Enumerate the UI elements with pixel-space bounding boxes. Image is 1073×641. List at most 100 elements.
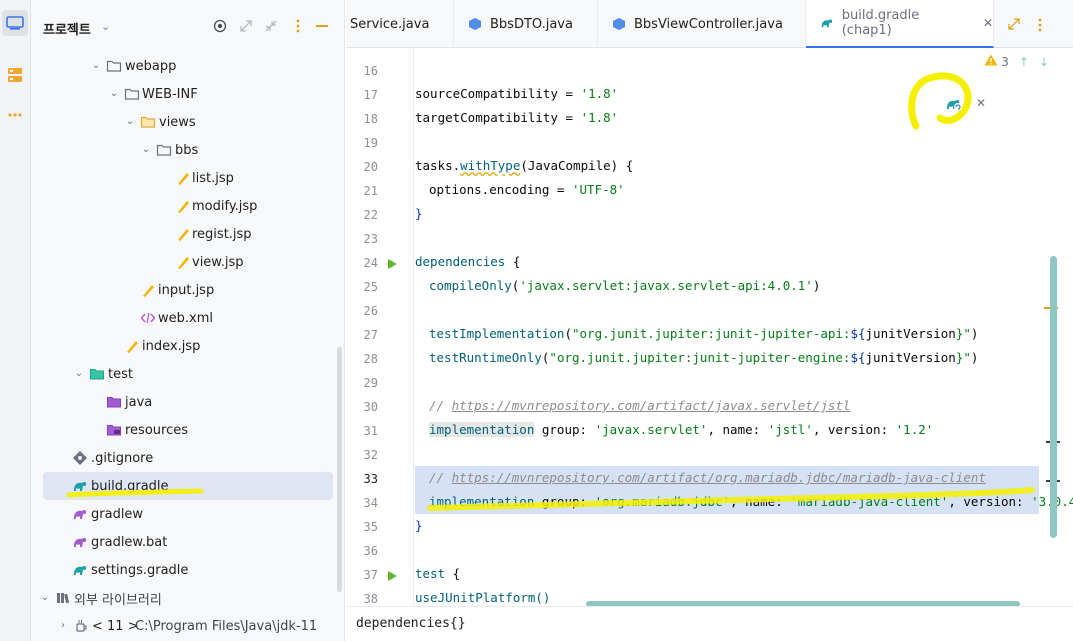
tree-item-webapp[interactable]: ⌄ webapp xyxy=(31,52,345,80)
tree-item-external-libraries[interactable]: ⌄ 외부 라이브러리 xyxy=(31,584,345,612)
more-tools-icon[interactable] xyxy=(2,102,28,128)
code-line: tasks.withType(JavaCompile) { xyxy=(415,158,634,173)
jdk-icon xyxy=(76,620,87,632)
tree-item-gradlew[interactable]: gradlew xyxy=(31,500,345,528)
jsp-icon xyxy=(178,173,189,185)
tree-item-input-jsp[interactable]: input.jsp xyxy=(31,276,345,304)
gradle-reload-icon[interactable] xyxy=(945,96,963,116)
chevron-down-icon[interactable]: ⌄ xyxy=(40,593,50,603)
line-number-gutter: 16 17 18 19 20 21 22 23 24 25 26 27 28 2… xyxy=(346,48,414,606)
arrow-up-icon[interactable]: ↑ xyxy=(1019,55,1029,69)
chevron-down-icon[interactable]: ⌄ xyxy=(91,61,101,71)
folder-icon xyxy=(156,144,172,156)
gradle-icon xyxy=(821,19,833,28)
comment-link[interactable]: https://mvnrepository.com/artifact/javax… xyxy=(452,398,851,413)
chevron-down-icon[interactable]: ⌄ xyxy=(74,369,84,379)
options-menu-icon[interactable] xyxy=(290,18,306,34)
tree-item-web-inf[interactable]: ⌄ WEB-INF xyxy=(31,80,345,108)
tree-item-list-jsp[interactable]: list.jsp xyxy=(31,164,345,192)
chevron-down-icon[interactable]: ⌄ xyxy=(125,117,135,127)
breadcrumb[interactable]: dependencies{} xyxy=(356,616,466,631)
chevron-down-icon[interactable]: ⌄ xyxy=(101,20,110,33)
split-editor-icon[interactable] xyxy=(1008,18,1020,34)
line-number: 24 xyxy=(363,256,378,270)
resources-folder-icon xyxy=(107,425,121,436)
run-icon[interactable] xyxy=(386,258,398,270)
line-number: 25 xyxy=(363,280,378,294)
project-tool-icon[interactable] xyxy=(2,10,28,36)
chevron-right-icon[interactable]: › xyxy=(58,621,68,631)
arrow-down-icon[interactable]: ↓ xyxy=(1039,55,1049,69)
tree-label: settings.gradle xyxy=(91,562,189,578)
tab-label: BbsViewController.java xyxy=(634,16,783,32)
tab-bbsviewcontroller-java[interactable]: BbsViewController.java xyxy=(598,0,806,48)
tree-item-build-gradle[interactable]: build.gradle xyxy=(43,472,333,500)
code-line: compileOnly('javax.servlet:javax.servlet… xyxy=(429,278,821,293)
tree-label: WEB-INF xyxy=(142,86,198,102)
tab-service-java[interactable]: Service.java xyxy=(346,0,454,48)
code-line: } xyxy=(415,518,423,533)
test-folder-icon xyxy=(90,369,104,380)
tree-item-index-jsp[interactable]: index.jsp xyxy=(31,332,345,360)
tree-item-gitignore[interactable]: .gitignore xyxy=(31,444,345,472)
editor-vertical-scrollbar[interactable] xyxy=(1050,256,1057,538)
hide-panel-icon[interactable] xyxy=(314,18,330,34)
tree-item-java[interactable]: java xyxy=(31,388,345,416)
tree-item-bbs[interactable]: ⌄ bbs xyxy=(31,136,345,164)
gradle-icon xyxy=(74,565,87,575)
tree-item-settings-gradle[interactable]: settings.gradle xyxy=(31,556,345,584)
close-icon[interactable]: ✕ xyxy=(976,96,986,110)
line-number: 16 xyxy=(363,64,378,78)
code-line: dependencies { xyxy=(415,254,521,269)
inspection-widget[interactable]: 3 ↑ ↓ xyxy=(984,54,1049,69)
tab-label: build.gradle (chap1) xyxy=(841,8,920,38)
tree-label: bbs xyxy=(175,142,199,158)
tree-item-modify-jsp[interactable]: modify.jsp xyxy=(31,192,345,220)
run-icon[interactable] xyxy=(386,570,398,582)
code-line: } xyxy=(415,206,423,221)
line-number: 29 xyxy=(363,376,378,390)
tree-label: view.jsp xyxy=(192,254,244,270)
collapse-all-icon[interactable] xyxy=(263,18,279,34)
chevron-down-icon[interactable]: ⌄ xyxy=(109,89,119,99)
tree-label: gradlew.bat xyxy=(91,534,168,550)
chevron-down-icon[interactable]: ⌄ xyxy=(141,145,151,155)
line-number: 30 xyxy=(363,400,378,414)
jsp-icon xyxy=(178,257,189,269)
warning-count: 3 xyxy=(1001,54,1009,69)
comment-link[interactable]: https://mvnrepository.com/artifact/org.m… xyxy=(452,470,986,485)
tree-item-test[interactable]: ⌄ test xyxy=(31,360,345,388)
project-scrollbar[interactable] xyxy=(337,347,342,592)
tree-label: index.jsp xyxy=(142,338,201,354)
line-number: 26 xyxy=(363,304,378,318)
tree-label: gradlew xyxy=(91,506,144,522)
tab-options-icon[interactable] xyxy=(1038,18,1042,36)
locate-file-icon[interactable] xyxy=(212,18,228,34)
tree-item-regist-jsp[interactable]: regist.jsp xyxy=(31,220,345,248)
folder-icon xyxy=(106,60,122,72)
tree-label: build.gradle xyxy=(91,478,169,494)
line-number: 21 xyxy=(363,184,378,198)
close-icon[interactable]: ✕ xyxy=(983,16,993,30)
tree-item-resources[interactable]: resources xyxy=(31,416,345,444)
structure-tool-icon[interactable] xyxy=(2,62,28,88)
tree-label: regist.jsp xyxy=(192,226,252,242)
tree-item-web-xml[interactable]: web.xml xyxy=(31,304,345,332)
code-line: testImplementation("org.junit.jupiter:ju… xyxy=(429,326,979,341)
tree-label: resources xyxy=(125,422,189,438)
jsp-icon xyxy=(127,341,138,353)
tree-item-views[interactable]: ⌄ views xyxy=(31,108,345,136)
tree-label: web.xml xyxy=(158,310,213,326)
tree-label: webapp xyxy=(125,58,177,74)
line-number: 37 xyxy=(363,568,378,582)
expand-all-icon[interactable] xyxy=(238,18,254,34)
line-number: 34 xyxy=(363,496,378,510)
tree-item-jdk[interactable]: › < 11 > C:\Program Files\Java\jdk-11 xyxy=(31,612,345,640)
tree-label: < 11 > xyxy=(92,618,139,634)
line-number: 33 xyxy=(363,472,378,486)
project-panel-title[interactable]: 프로젝트 xyxy=(43,19,91,38)
tree-item-view-jsp[interactable]: view.jsp xyxy=(31,248,345,276)
tab-build-gradle[interactable]: build.gradle (chap1) ✕ xyxy=(806,0,994,48)
tab-bbsdto-java[interactable]: BbsDTO.java xyxy=(454,0,598,48)
tree-item-gradlew-bat[interactable]: gradlew.bat xyxy=(31,528,345,556)
